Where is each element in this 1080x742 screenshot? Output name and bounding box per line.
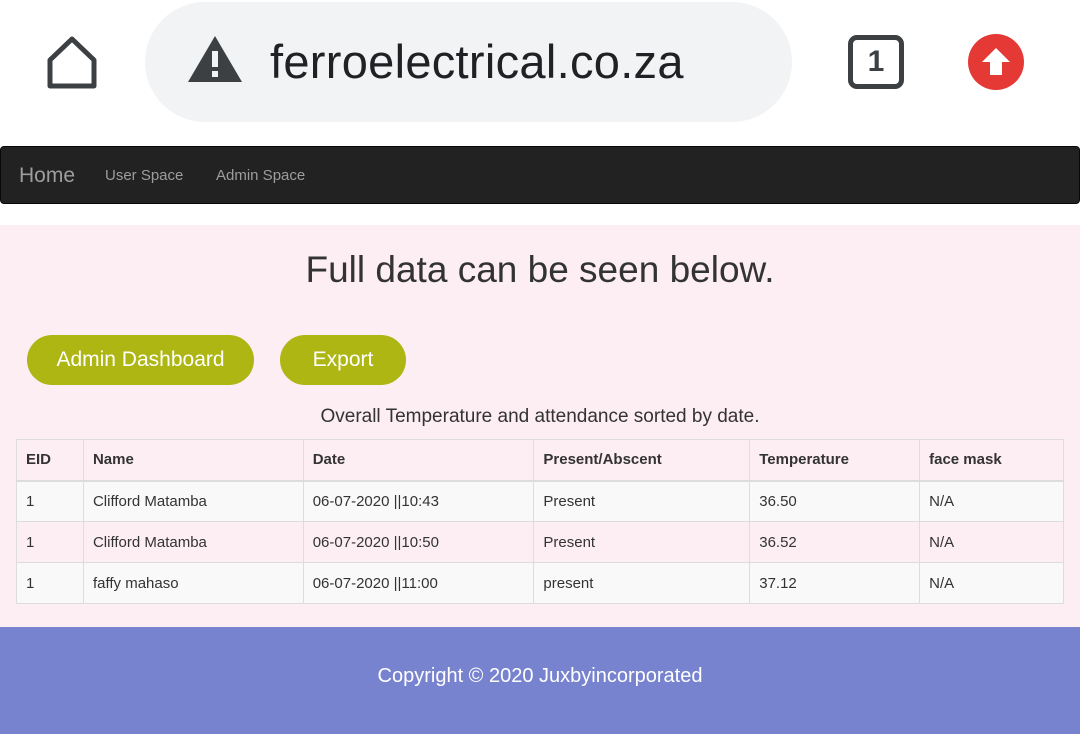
admin-dashboard-button[interactable]: Admin Dashboard: [27, 335, 254, 385]
nav-admin-space-link[interactable]: Admin Space: [216, 166, 305, 186]
cell-face-mask: N/A: [919, 480, 1064, 522]
table-row: 1 Clifford Matamba 06-07-2020 ||10:43 Pr…: [16, 480, 1064, 522]
cell-present: present: [533, 562, 751, 604]
column-header-eid: EID: [16, 439, 84, 482]
copyright-text: Copyright © 2020 Juxbyincorporated: [377, 665, 703, 687]
cell-face-mask: N/A: [919, 521, 1064, 563]
column-header-name: Name: [82, 439, 304, 482]
cell-name: faffy mahaso: [82, 562, 304, 604]
cell-temperature: 36.52: [749, 521, 921, 563]
warning-icon[interactable]: [186, 34, 244, 84]
tab-switcher-icon[interactable]: 1: [848, 35, 904, 89]
cell-eid: 1: [16, 521, 84, 563]
browser-toolbar: ferroelectrical.co.za 1: [0, 0, 1080, 146]
attendance-table: EID Name Date Present/Abscent Temperatur…: [16, 439, 1064, 604]
table-row: 1 faffy mahaso 06-07-2020 ||11:00 presen…: [16, 562, 1064, 604]
column-header-date: Date: [302, 439, 535, 482]
footer: Copyright © 2020 Juxbyincorporated: [0, 627, 1080, 734]
page-title: Full data can be seen below.: [305, 249, 775, 290]
cell-date: 06-07-2020 ||11:00: [302, 562, 535, 604]
cell-face-mask: N/A: [919, 562, 1064, 604]
home-icon[interactable]: [38, 30, 106, 94]
cell-eid: 1: [16, 480, 84, 522]
column-header-temperature: Temperature: [749, 439, 921, 482]
cell-eid: 1: [16, 562, 84, 604]
cell-date: 06-07-2020 ||10:43: [302, 480, 535, 522]
tab-count: 1: [867, 45, 885, 78]
nav-user-space-link[interactable]: User Space: [105, 166, 183, 186]
table-header-row: EID Name Date Present/Abscent Temperatur…: [16, 439, 1064, 482]
column-header-present: Present/Abscent: [533, 439, 751, 482]
export-button[interactable]: Export: [280, 335, 406, 385]
cell-present: Present: [533, 480, 751, 522]
cell-name: Clifford Matamba: [82, 521, 304, 563]
cell-temperature: 36.50: [749, 480, 921, 522]
table-row: 1 Clifford Matamba 06-07-2020 ||10:50 Pr…: [16, 521, 1064, 563]
main-content: Full data can be seen below. Admin Dashb…: [0, 225, 1080, 627]
url-text[interactable]: ferroelectrical.co.za: [270, 34, 684, 90]
column-header-face-mask: face mask: [919, 439, 1064, 482]
navbar: Home User Space Admin Space: [0, 146, 1080, 204]
bottom-strip: [0, 734, 1080, 742]
cell-name: Clifford Matamba: [82, 480, 304, 522]
table-caption: Overall Temperature and attendance sorte…: [320, 406, 760, 427]
upload-arrow-icon[interactable]: [968, 34, 1024, 90]
cell-date: 06-07-2020 ||10:50: [302, 521, 535, 563]
nav-home-link[interactable]: Home: [19, 163, 75, 189]
cell-present: Present: [533, 521, 751, 563]
cell-temperature: 37.12: [749, 562, 921, 604]
